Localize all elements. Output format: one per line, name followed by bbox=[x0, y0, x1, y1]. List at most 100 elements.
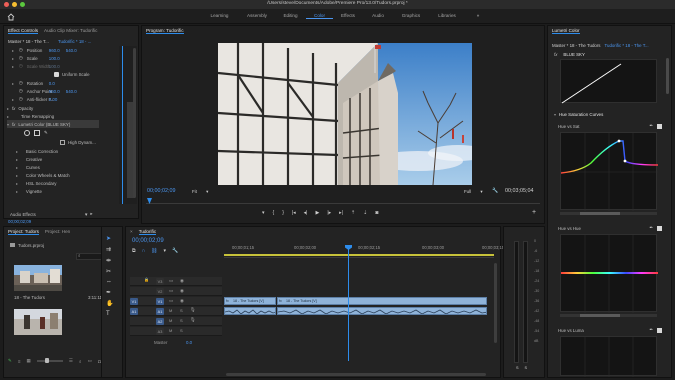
workspace-effects[interactable]: Effects bbox=[333, 13, 363, 19]
work-area-bar[interactable] bbox=[224, 254, 494, 256]
lumetri-hsl-secondary[interactable]: ▸ HSL Secondary bbox=[16, 179, 57, 187]
mark-out-icon[interactable]: } bbox=[282, 210, 284, 216]
uniform-scale-checkbox[interactable] bbox=[54, 71, 59, 77]
lumetri-vignette[interactable]: ▸ Vignette bbox=[16, 187, 42, 195]
selection-tool-icon[interactable]: ➤ bbox=[106, 235, 113, 242]
clip-area[interactable]: fx 18 - The Tudors [V] fx 18 - The Tudor… bbox=[224, 245, 494, 371]
fx-toggle[interactable]: fx bbox=[554, 52, 557, 57]
property-value[interactable]: 0.0 bbox=[49, 81, 55, 86]
wrench-icon[interactable]: 🔧 bbox=[492, 188, 498, 194]
lumetri-master-select[interactable]: Master * 18 - The Tudors bbox=[552, 43, 600, 48]
export-frame-icon[interactable]: ◙ bbox=[375, 210, 378, 216]
track-label[interactable]: V1 bbox=[156, 298, 164, 305]
property-value-x[interactable]: 960.0 bbox=[49, 89, 66, 94]
home-icon[interactable] bbox=[6, 12, 15, 21]
section-lumetri-color[interactable]: ▾ fx Lumetri Color (BLUE SKY) bbox=[7, 120, 99, 128]
clip-thumbnail-2[interactable] bbox=[14, 309, 62, 335]
solo-button[interactable]: S bbox=[180, 308, 183, 313]
mute-button[interactable]: M bbox=[169, 328, 172, 333]
ellipse-mask-icon[interactable] bbox=[24, 130, 30, 136]
workspace-assembly[interactable]: Assembly bbox=[239, 13, 275, 19]
timeline-timecode[interactable]: 00;00;02;09 bbox=[132, 238, 164, 244]
mute-button[interactable]: M bbox=[169, 318, 172, 323]
tab-project-hen[interactable]: Project: Hen bbox=[45, 229, 70, 234]
close-tab-icon[interactable]: × bbox=[130, 229, 133, 234]
eye-icon[interactable]: ◉ bbox=[180, 278, 184, 284]
type-tool-icon[interactable]: T bbox=[106, 311, 113, 317]
solo-button[interactable]: S bbox=[180, 318, 183, 323]
ripple-edit-tool-icon[interactable]: ⇹ bbox=[106, 257, 113, 264]
track-label[interactable]: A1 bbox=[156, 308, 164, 315]
go-to-out-icon[interactable]: ▸| bbox=[339, 210, 343, 216]
rectangle-mask-icon[interactable] bbox=[34, 130, 40, 136]
workspace-graphics[interactable]: Graphics bbox=[393, 13, 429, 19]
expand-triangle[interactable]: ▸ bbox=[12, 97, 14, 102]
workspace-learning[interactable]: Learning bbox=[200, 13, 239, 19]
workspace-overflow-button[interactable]: » bbox=[465, 13, 491, 19]
tab-audio-clip-mixer[interactable]: Audio Clip Mixer: Tudorific bbox=[44, 28, 97, 33]
lumetri-seq-select[interactable]: Tudorific * 18 - The T... bbox=[604, 43, 648, 48]
lumetri-scrollbar[interactable] bbox=[666, 58, 669, 94]
workspace-audio[interactable]: Audio bbox=[363, 13, 393, 19]
hue-vs-hue-slider[interactable] bbox=[560, 314, 657, 317]
microphone-icon[interactable]: 🎙 bbox=[190, 317, 196, 323]
track-label[interactable]: A3 bbox=[156, 328, 164, 335]
sync-lock-icon[interactable]: ▭ bbox=[169, 298, 173, 304]
clip-thumbnail[interactable] bbox=[14, 265, 62, 291]
mark-in-icon[interactable]: { bbox=[273, 210, 275, 216]
hue-vs-sat-graph[interactable] bbox=[560, 132, 659, 211]
pen-tool-icon[interactable]: ✒ bbox=[106, 289, 113, 296]
tab-project-tudors[interactable]: Project: Tudors bbox=[8, 229, 39, 235]
high-dynamic-checkbox[interactable] bbox=[60, 139, 65, 145]
source-patch-v1[interactable]: V1 bbox=[130, 298, 138, 305]
filter-icon[interactable]: ▼ bbox=[84, 212, 88, 217]
expand-triangle[interactable]: ▸ bbox=[12, 64, 14, 69]
timeline-ruler[interactable]: 00;00;01;15 00;00;02;00 00;00;02;15 00;0… bbox=[224, 243, 504, 258]
track-label[interactable]: V3 bbox=[156, 278, 164, 285]
hue-vs-hue-graph[interactable] bbox=[560, 234, 658, 313]
fx-icon[interactable]: fx bbox=[12, 122, 15, 127]
zoom-slider-thumb[interactable] bbox=[44, 358, 49, 363]
lumetri-color-wheels[interactable]: ▸ Color Wheels & Match bbox=[16, 171, 70, 179]
creative-preview-curve[interactable] bbox=[560, 59, 657, 104]
fit-select[interactable]: Fit ▾ bbox=[192, 189, 208, 195]
mini-playhead[interactable] bbox=[122, 46, 123, 204]
curve-enable-checkbox[interactable] bbox=[657, 123, 662, 129]
eyedropper-icon[interactable]: ✒ bbox=[649, 123, 653, 129]
expand-triangle[interactable]: ▸ bbox=[12, 81, 14, 86]
lift-icon[interactable]: ⇡ bbox=[351, 210, 355, 216]
video-clip-a[interactable]: fx 18 - The Tudors [V] bbox=[224, 297, 276, 305]
pen-mask-icon[interactable]: ✎ bbox=[44, 130, 48, 136]
eyedropper-icon[interactable]: ✒ bbox=[649, 327, 653, 333]
master-clip-select[interactable]: Master * 18 - The T... bbox=[8, 39, 58, 44]
stopwatch-icon[interactable]: ◷ bbox=[19, 63, 23, 69]
stopwatch-icon[interactable]: ◷ bbox=[19, 96, 23, 102]
lumetri-curves[interactable]: ▸ Curves bbox=[16, 163, 40, 171]
tab-lumetri-color[interactable]: Lumetri Color bbox=[552, 28, 580, 34]
sort-icon[interactable]: ☰ bbox=[69, 358, 73, 364]
workspace-color[interactable]: Color bbox=[306, 13, 333, 19]
audio-clip-b[interactable] bbox=[277, 307, 487, 315]
property-value[interactable]: 100.0 bbox=[49, 56, 60, 61]
solo-left-button[interactable]: S bbox=[516, 366, 519, 370]
zoom-slider[interactable] bbox=[36, 358, 63, 363]
curve-enable-checkbox[interactable] bbox=[657, 327, 662, 333]
curve-enable-checkbox[interactable] bbox=[657, 225, 662, 231]
solo-button[interactable]: S bbox=[180, 328, 183, 333]
workspace-editing[interactable]: Editing bbox=[275, 13, 306, 19]
property-value-y[interactable]: 540.0 bbox=[66, 89, 77, 94]
nest-icon[interactable]: ⧉ bbox=[132, 248, 136, 254]
settings-wrench-icon[interactable]: 🔧 bbox=[172, 248, 178, 254]
add-marker-icon[interactable]: ▾ bbox=[164, 248, 167, 254]
section-opacity[interactable]: ▸ fx Opacity bbox=[7, 104, 33, 112]
sync-lock-icon[interactable]: ▭ bbox=[169, 278, 173, 284]
stopwatch-icon[interactable]: ◷ bbox=[19, 47, 23, 53]
expand-triangle[interactable]: ▸ bbox=[12, 48, 14, 53]
expand-triangle[interactable]: ▸ bbox=[12, 56, 14, 61]
step-forward-icon[interactable]: |▸ bbox=[327, 210, 331, 216]
razor-tool-icon[interactable]: ✂ bbox=[106, 268, 113, 275]
play-icon[interactable]: ▶ bbox=[315, 210, 319, 216]
icon-view-icon[interactable]: ▦ bbox=[27, 358, 31, 364]
track-lock-icon[interactable]: 🔒 bbox=[144, 277, 152, 285]
source-patch-a1[interactable]: A1 bbox=[130, 308, 138, 315]
